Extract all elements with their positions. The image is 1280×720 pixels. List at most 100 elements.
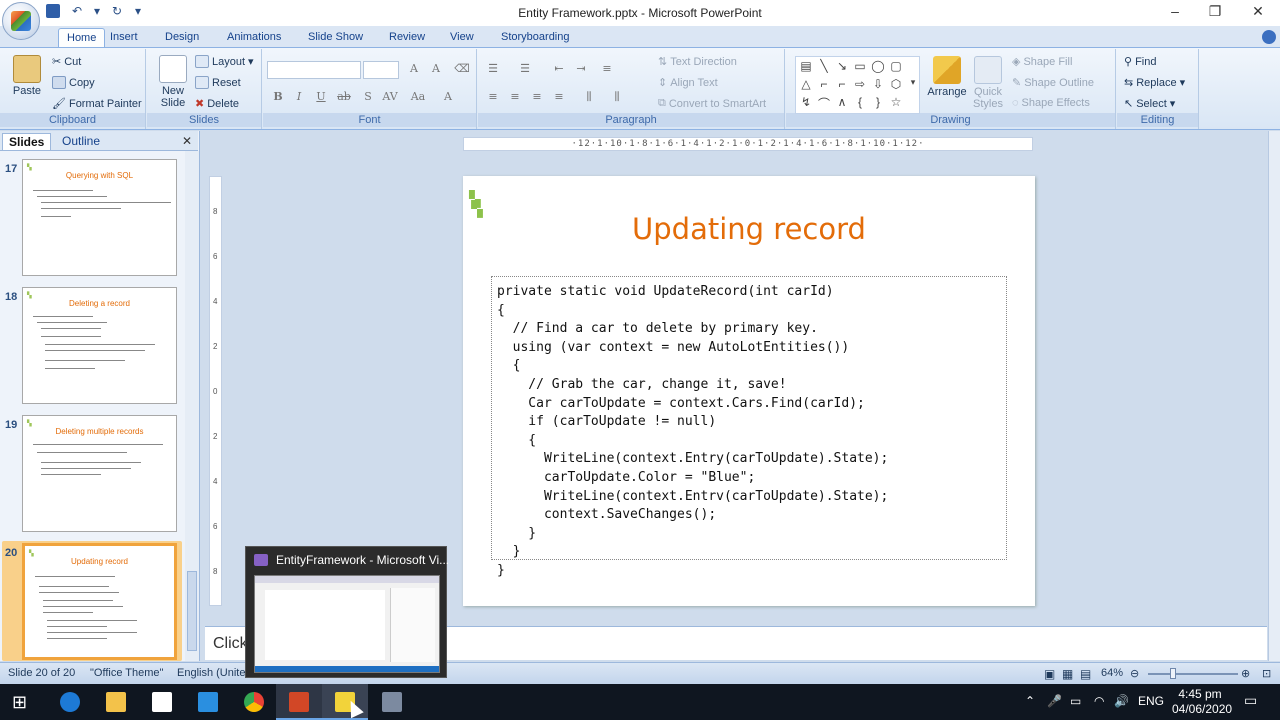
layout-button[interactable]: Layout ▾ bbox=[195, 55, 254, 68]
oval-shape-icon[interactable]: ◯ bbox=[870, 59, 886, 73]
tab-view[interactable]: View bbox=[442, 28, 482, 48]
line-spacing-icon[interactable]: ≡ bbox=[598, 61, 616, 77]
bullets-icon[interactable]: ☰ bbox=[484, 61, 502, 77]
align-text-button[interactable]: ⇕ Align Text bbox=[658, 76, 718, 90]
align-center-icon[interactable]: ≡ bbox=[506, 89, 524, 105]
zoom-in-icon[interactable]: ⊕ bbox=[1241, 667, 1250, 680]
align-right-icon[interactable]: ≡ bbox=[528, 89, 546, 105]
tab-animations[interactable]: Animations bbox=[219, 28, 289, 48]
system-clock[interactable]: 4:45 pm 04/06/2020 bbox=[1172, 687, 1232, 717]
italic-icon[interactable]: I bbox=[290, 89, 308, 105]
freeform-shape-icon[interactable]: ∧ bbox=[834, 95, 850, 109]
select-button[interactable]: ↖ Select ▾ bbox=[1124, 97, 1175, 111]
rounded-rect-shape-icon[interactable]: ▢ bbox=[888, 59, 904, 73]
replace-button[interactable]: ⇆ Replace ▾ bbox=[1124, 76, 1185, 90]
fit-window-icon[interactable]: ⊡ bbox=[1262, 667, 1271, 680]
quick-styles-button[interactable]: Quick Styles bbox=[968, 56, 1008, 110]
file-explorer-icon[interactable] bbox=[106, 692, 126, 712]
font-size-combo[interactable] bbox=[363, 61, 399, 79]
font-name-combo[interactable] bbox=[267, 61, 361, 79]
strikethrough-icon[interactable]: ab bbox=[335, 89, 353, 105]
slide-thumbnail[interactable]: ▚ Deleting multiple records bbox=[22, 415, 177, 532]
zoom-level[interactable]: 64% bbox=[1101, 667, 1123, 679]
slide-thumbnail-selected[interactable]: ▚ Updating record bbox=[22, 543, 177, 660]
right-arrow-shape-icon[interactable]: ⇨ bbox=[852, 77, 868, 91]
language[interactable]: English (Unite bbox=[177, 667, 245, 679]
slide-show-icon[interactable]: ▤ bbox=[1080, 667, 1091, 681]
char-spacing-icon[interactable]: AV bbox=[381, 89, 399, 105]
elbow-shape-icon[interactable]: ⌐ bbox=[816, 77, 832, 91]
vertical-scrollbar[interactable] bbox=[1268, 131, 1280, 661]
powerpoint-icon[interactable] bbox=[289, 692, 309, 712]
text-direction-button[interactable]: ⇅ Text Direction bbox=[658, 55, 737, 69]
shape-outline-button[interactable]: ✎ Shape Outline bbox=[1012, 76, 1094, 90]
change-case-icon[interactable]: Aa bbox=[409, 89, 427, 105]
increase-indent-icon[interactable]: ⇥ bbox=[572, 61, 590, 77]
align-left-icon[interactable]: ≡ bbox=[484, 89, 502, 105]
pane-scrollbar-thumb[interactable] bbox=[187, 571, 197, 651]
curve-shape-icon[interactable]: ↯ bbox=[798, 95, 814, 109]
tools-icon[interactable] bbox=[382, 692, 402, 712]
zoom-slider-knob[interactable] bbox=[1170, 668, 1176, 679]
paste-button[interactable]: Paste bbox=[8, 55, 46, 97]
vertical-ruler[interactable]: 8 6 4 2 0 2 4 6 8 bbox=[209, 176, 222, 606]
notification-icon[interactable]: ▭ bbox=[1244, 692, 1257, 709]
horizontal-ruler[interactable]: ·12·1·10·1·8·1·6·1·4·1·2·1·0·1·2·1·4·1·6… bbox=[463, 137, 1033, 151]
textbox-shape-icon[interactable]: ▤ bbox=[798, 59, 814, 73]
underline-icon[interactable]: U bbox=[312, 89, 330, 105]
slide-sorter-icon[interactable]: ▦ bbox=[1062, 667, 1073, 681]
slide-title[interactable]: Updating record bbox=[463, 212, 1035, 246]
arrow-line-shape-icon[interactable]: ↘ bbox=[834, 59, 850, 73]
font-color-icon[interactable]: A bbox=[439, 89, 457, 105]
left-brace-shape-icon[interactable]: { bbox=[852, 95, 868, 109]
clear-formatting-icon[interactable]: ⌫ bbox=[453, 61, 471, 77]
more-shapes-icon[interactable]: ▾ bbox=[905, 77, 921, 88]
numbering-icon[interactable]: ☰ bbox=[516, 61, 534, 77]
edge-icon[interactable] bbox=[60, 692, 80, 712]
taskbar-preview[interactable]: EntityFramework - Microsoft Vi... bbox=[245, 546, 449, 678]
tab-storyboarding[interactable]: Storyboarding bbox=[493, 28, 578, 48]
slide-thumbnail[interactable]: ▚ Deleting a record bbox=[22, 287, 177, 404]
battery-icon[interactable]: ▭ bbox=[1070, 694, 1081, 708]
close-pane-icon[interactable]: ✕ bbox=[182, 134, 192, 148]
flowchart-shape-icon[interactable]: ⬡ bbox=[888, 77, 904, 91]
input-language[interactable]: ENG bbox=[1138, 694, 1164, 708]
rectangle-shape-icon[interactable]: ▭ bbox=[852, 59, 868, 73]
arc-shape-icon[interactable]: ⌒ bbox=[816, 95, 832, 112]
tab-outline[interactable]: Outline bbox=[62, 134, 100, 148]
chrome-icon[interactable] bbox=[244, 692, 264, 712]
convert-smartart-button[interactable]: ⧉ Convert to SmartArt bbox=[658, 97, 766, 110]
bold-icon[interactable]: B bbox=[269, 89, 287, 105]
right-brace-shape-icon[interactable]: } bbox=[870, 95, 886, 109]
normal-view-icon[interactable]: ▣ bbox=[1044, 667, 1055, 681]
microphone-icon[interactable]: 🎤 bbox=[1047, 694, 1062, 708]
mail-icon[interactable] bbox=[198, 692, 218, 712]
justify-icon[interactable]: ≡ bbox=[550, 89, 568, 105]
format-painter-button[interactable]: 🖌 Format Painter bbox=[52, 97, 142, 111]
help-icon[interactable] bbox=[1262, 30, 1276, 44]
reset-button[interactable]: Reset bbox=[195, 76, 241, 89]
shadow-icon[interactable]: S bbox=[359, 89, 377, 105]
down-arrow-shape-icon[interactable]: ⇩ bbox=[870, 77, 886, 91]
wifi-icon[interactable]: ◠ bbox=[1094, 694, 1104, 708]
close-button[interactable]: ✕ bbox=[1247, 3, 1269, 20]
elbow-arrow-shape-icon[interactable]: ⌐ bbox=[834, 77, 850, 91]
office-button[interactable] bbox=[2, 2, 40, 40]
zoom-out-icon[interactable]: ⊖ bbox=[1130, 667, 1139, 680]
star-shape-icon[interactable]: ☆ bbox=[888, 95, 904, 109]
tab-slides[interactable]: Slides bbox=[2, 133, 52, 150]
tab-home[interactable]: Home bbox=[58, 28, 106, 48]
tab-insert[interactable]: Insert bbox=[102, 28, 146, 48]
columns-icon[interactable]: ⫼ bbox=[580, 89, 598, 105]
arrange-button[interactable]: Arrange bbox=[925, 56, 969, 98]
minimize-button[interactable]: – bbox=[1164, 3, 1186, 19]
zoom-slider[interactable] bbox=[1148, 673, 1238, 675]
columns-dropdown-icon[interactable]: ⫼ bbox=[608, 89, 626, 105]
tab-slide-show[interactable]: Slide Show bbox=[300, 28, 371, 48]
copy-button[interactable]: Copy bbox=[52, 76, 95, 89]
line-shape-icon[interactable]: ╲ bbox=[816, 59, 832, 73]
volume-icon[interactable]: 🔊 bbox=[1114, 694, 1129, 708]
store-icon[interactable] bbox=[152, 692, 172, 712]
delete-button[interactable]: ✖ Delete bbox=[195, 97, 239, 111]
chevron-up-icon[interactable]: ⌃ bbox=[1025, 694, 1035, 708]
